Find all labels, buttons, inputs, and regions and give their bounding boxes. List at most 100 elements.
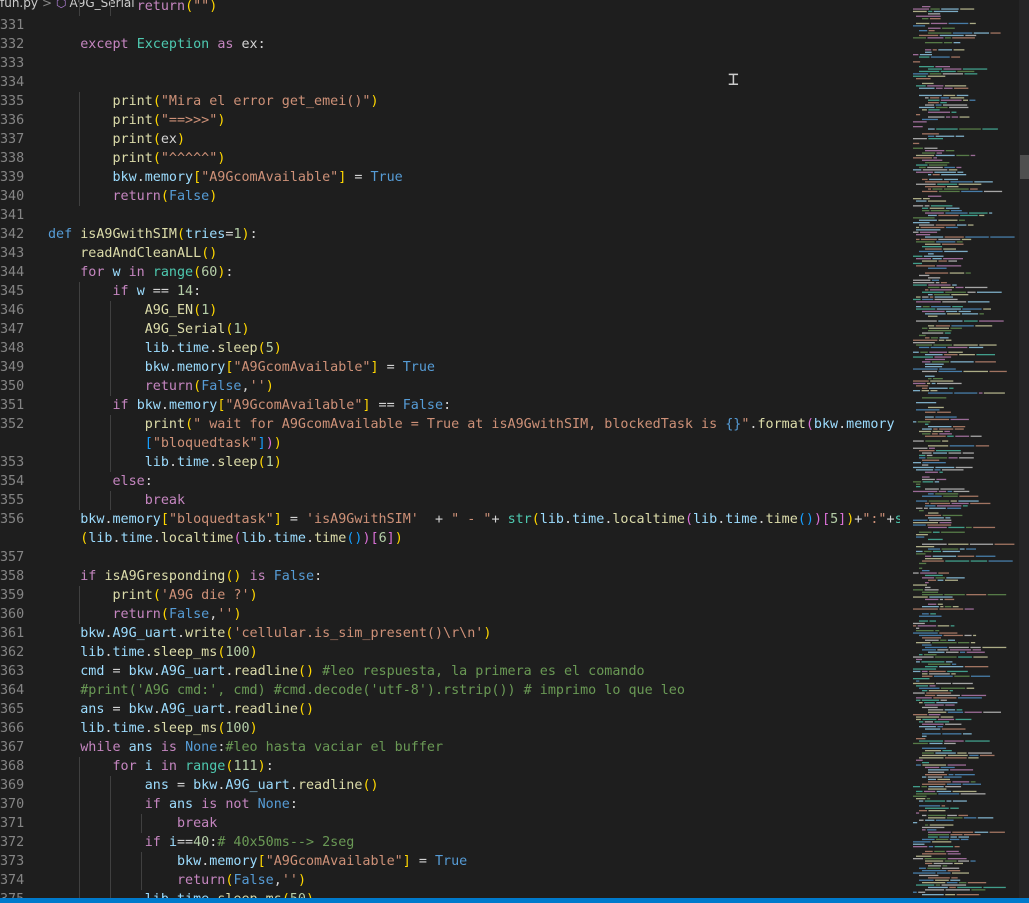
vertical-scrollbar[interactable] [1019, 0, 1029, 898]
minimap-line [922, 210, 930, 212]
minimap-line [943, 94, 956, 97]
minimap-line [922, 109, 927, 111]
minimap-line [929, 296, 934, 298]
code-line[interactable]: 351 if bkw.memory["A9GcomAvailable"] == … [0, 396, 900, 415]
code-line[interactable]: 352 print(" wait for A9GcomAvailable = T… [0, 415, 900, 434]
minimap-line [930, 390, 938, 392]
code-line[interactable]: 346 A9G_EN(1) [0, 301, 900, 320]
code-line[interactable]: 370 if ans is not None: [0, 795, 900, 814]
code-line[interactable]: 364 #print('A9G cmd:', cmd) #cmd.decode(… [0, 681, 900, 700]
code-line[interactable]: 361 bkw.A9G_uart.write('cellular.is_sim_… [0, 624, 900, 643]
code-token: "" [193, 0, 210, 14]
code-line[interactable]: 349 bkw.memory["A9GcomAvailable"] = True [0, 358, 900, 377]
line-number: 361 [0, 626, 25, 641]
code-line[interactable]: (lib.time.localtime(lib.time.time())[6]) [0, 529, 900, 548]
minimap-line [940, 766, 955, 769]
minimap-line [925, 150, 945, 152]
code-line[interactable]: 369 ans = bkw.A9G_uart.readline() [0, 776, 900, 795]
minimap-line [925, 824, 929, 826]
code-line[interactable]: 374 return(False,'') [0, 871, 900, 890]
code-token: range [185, 759, 226, 774]
code-token: . [144, 721, 153, 736]
code-line[interactable]: 362 lib.time.sleep_ms(100) [0, 643, 900, 662]
code-token: isA9GwithSIM [80, 227, 177, 242]
code-line[interactable]: 348 lib.time.sleep(5) [0, 339, 900, 358]
minimap-line [919, 334, 926, 337]
code-line[interactable]: 336 print("==>>>") [0, 111, 900, 130]
code-line[interactable]: 340 return(False) [0, 187, 900, 206]
code-token: . [152, 702, 161, 717]
code-line[interactable]: 368 for i in range(111): [0, 757, 900, 776]
code-line[interactable]: 371 break [0, 814, 900, 833]
code-text: for w in range(60): [48, 263, 233, 282]
minimap-line [916, 790, 923, 793]
minimap-line [916, 680, 920, 682]
minimap-line [928, 579, 937, 581]
minimap[interactable] [905, 0, 1018, 898]
code-token: "bloquedtask" [168, 512, 274, 527]
code-line[interactable]: 345 if w == 14: [0, 282, 900, 301]
minimap-line [931, 306, 951, 308]
code-line[interactable]: 344 for w in range(60): [0, 263, 900, 282]
code-line[interactable]: 338 print("^^^^^") [0, 149, 900, 168]
code-line[interactable]: 355 break [0, 491, 900, 510]
code-line[interactable]: 366 lib.time.sleep_ms(100) [0, 719, 900, 738]
code-line[interactable]: 334 [0, 73, 900, 92]
code-line[interactable]: 358 if isA9Gresponding() is False: [0, 567, 900, 586]
minimap-line [936, 478, 947, 481]
code-line[interactable]: 347 A9G_Serial(1) [0, 320, 900, 339]
code-line[interactable]: 357 [0, 548, 900, 567]
code-token: ( [193, 379, 202, 394]
code-line[interactable]: 353 lib.time.sleep(1) [0, 453, 900, 472]
code-line[interactable]: 337 print(ex) [0, 130, 900, 149]
minimap-line [964, 73, 978, 75]
minimap-line [941, 548, 959, 550]
minimap-line [952, 37, 975, 39]
code-line[interactable]: 367 while ans is None:#leo hasta vaciar … [0, 738, 900, 757]
code-token: = [410, 854, 435, 869]
code-line[interactable]: 339 bkw.memory["A9GcomAvailable"] = True [0, 168, 900, 187]
code-token: . [104, 626, 113, 641]
code-line[interactable]: 333 [0, 54, 900, 73]
minimap-line [924, 550, 932, 553]
code-line[interactable]: 359 print('A9G die ?') [0, 586, 900, 605]
code-line[interactable]: ["bloquedtask"])) [0, 434, 900, 453]
code-text: print(" wait for A9GcomAvailable = True … [48, 415, 895, 434]
code-line[interactable]: 373 bkw.memory["A9GcomAvailable"] = True [0, 852, 900, 871]
scrollbar-thumb[interactable] [1020, 155, 1029, 179]
code-line[interactable]: 332 except Exception as ex: [0, 35, 900, 54]
code-line[interactable]: 341 [0, 206, 900, 225]
code-token: [ [193, 170, 202, 185]
minimap-line [928, 788, 947, 790]
code-line[interactable]: 350 return(False,'') [0, 377, 900, 396]
code-text: bkw.memory["A9GcomAvailable"] = True [48, 358, 435, 377]
minimap-line [933, 10, 959, 13]
minimap-line [934, 294, 950, 296]
code-token: ( [152, 588, 161, 603]
code-line[interactable]: 360 return(False,'') [0, 605, 900, 624]
code-line[interactable]: 365 ans = bkw.A9G_uart.readline() [0, 700, 900, 719]
minimap-line [925, 850, 933, 853]
minimap-line [913, 421, 917, 423]
code-token: isA9Gresponding [104, 569, 226, 584]
code-line[interactable]: 363 cmd = bkw.A9G_uart.readline() #leo r… [0, 662, 900, 681]
code-line[interactable]: 372 if i==40:# 40x50ms--> 2seg [0, 833, 900, 852]
minimap-line [934, 850, 945, 853]
minimap-line [913, 217, 935, 219]
minimap-line [913, 481, 922, 483]
minimap-line [925, 666, 938, 668]
code-line[interactable]: 331 [0, 16, 900, 35]
code-line[interactable]: 335 print("Mira el error get_emei()") [0, 92, 900, 111]
minimap-line [922, 606, 939, 608]
code-line[interactable]: 356 bkw.memory["bloquedtask"] = 'isA9Gwi… [0, 510, 900, 529]
code-line[interactable]: 342 def isA9GwithSIM(tries=1): [0, 225, 900, 244]
code-editor[interactable]: return("") 331 332 except Exception as ex:… [0, 0, 900, 903]
minimap-line [957, 886, 982, 889]
code-line[interactable]: 354 else: [0, 472, 900, 491]
minimap-line [935, 282, 940, 284]
code-line[interactable]: return("") [0, 0, 900, 16]
code-token: None [257, 797, 290, 812]
code-line[interactable]: 343 readAndCleanALL() [0, 244, 900, 263]
minimap-line [916, 344, 932, 346]
